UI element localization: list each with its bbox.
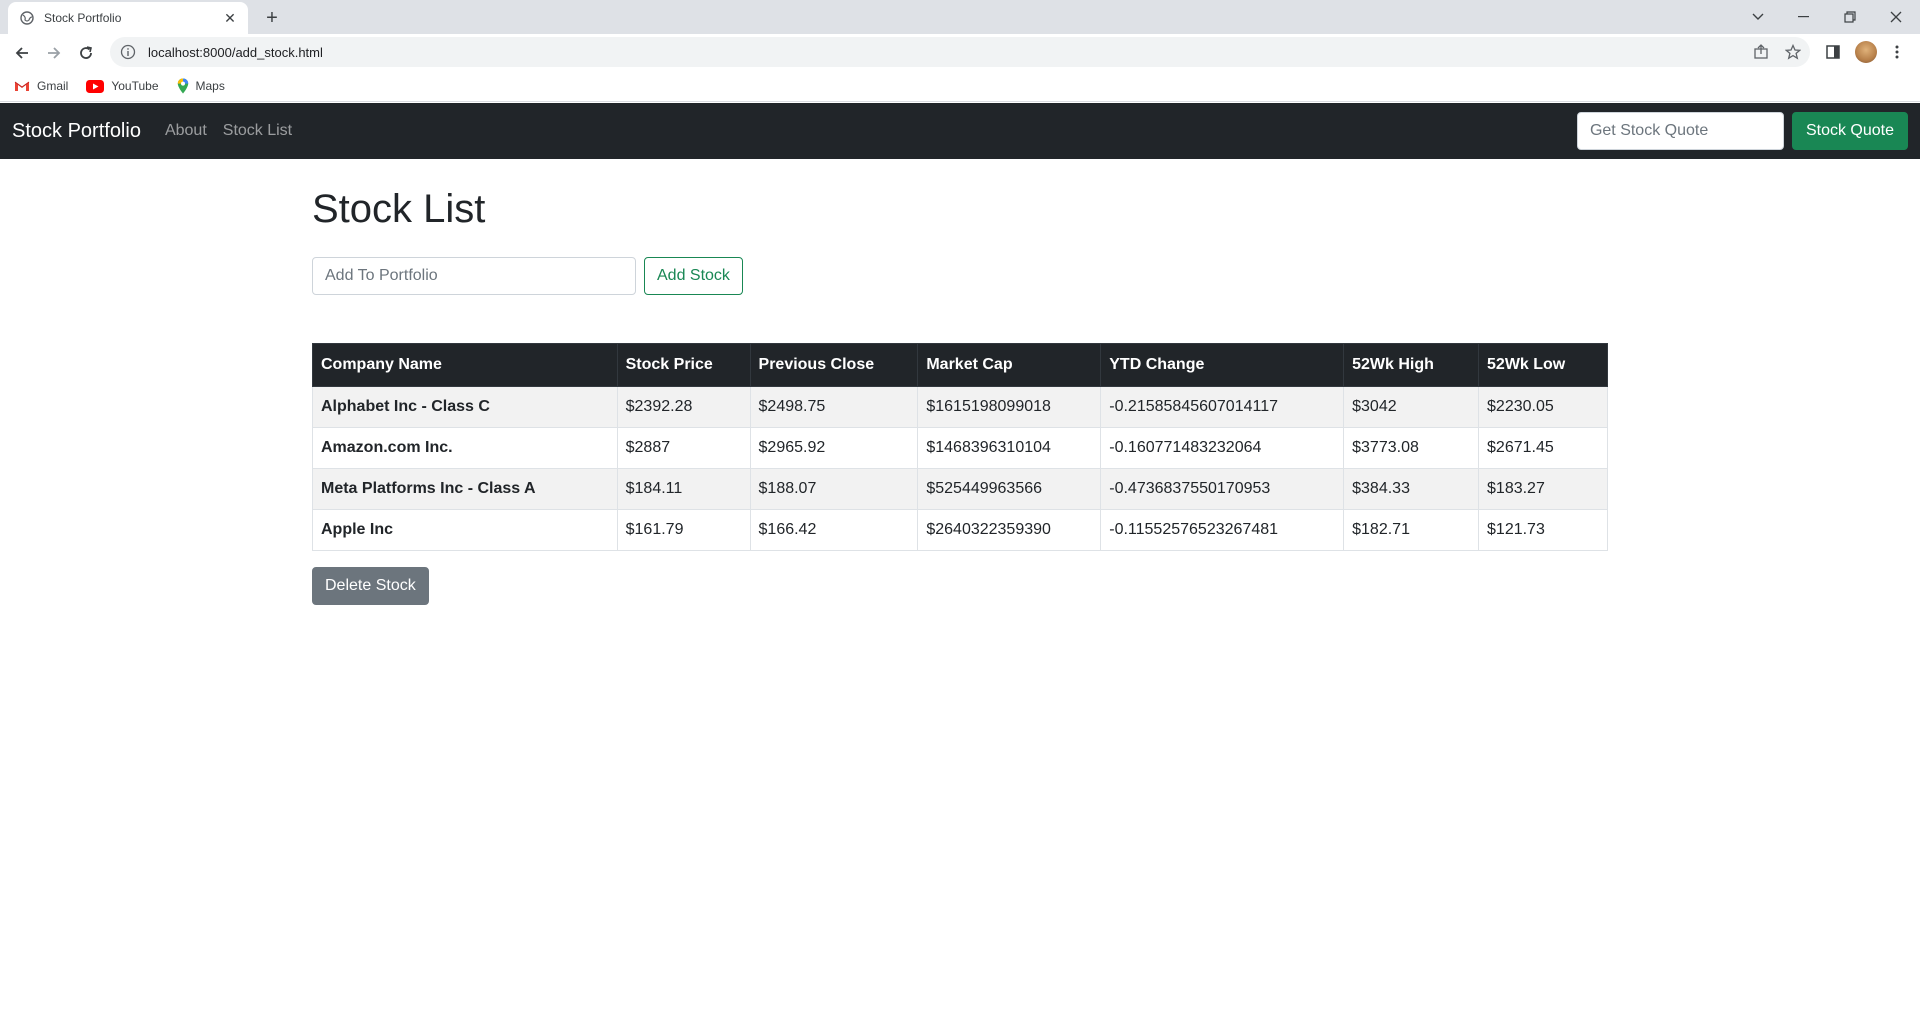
bookmark-label: Gmail [37,79,69,93]
52wk-low-cell: $183.27 [1478,468,1608,510]
table-row: Alphabet Inc - Class C $2392.28 $2498.75… [312,386,1608,428]
nav-link-about[interactable]: About [165,122,207,140]
main-content: Stock List Add Stock Company Name Stock … [312,159,1608,605]
add-stock-button[interactable]: Add Stock [644,257,743,295]
stock-price-cell: $2392.28 [616,386,751,428]
minimize-icon[interactable] [1784,0,1824,34]
profile-avatar[interactable] [1855,41,1877,63]
stock-table: Company Name Stock Price Previous Close … [312,343,1608,551]
table-row: Apple Inc $161.79 $166.42 $2640322359390… [312,509,1608,551]
nav-link-stock-list[interactable]: Stock List [223,122,292,140]
back-icon[interactable] [8,39,36,67]
tab-close-icon[interactable]: ✕ [222,10,238,27]
column-header: 52Wk Low [1478,343,1608,387]
menu-kebab-icon[interactable] [1884,39,1910,65]
browser-tabstrip: Stock Portfolio ✕ + [0,0,1920,34]
company-name-cell: Amazon.com Inc. [312,427,618,469]
company-name-cell: Alphabet Inc - Class C [312,386,618,428]
market-cap-cell: $525449963566 [917,468,1102,510]
bookmark-youtube[interactable]: YouTube [86,79,159,93]
bookmark-maps[interactable]: Maps [177,78,225,94]
52wk-high-cell: $3042 [1343,386,1480,428]
previous-close-cell: $188.07 [749,468,919,510]
previous-close-cell: $166.42 [749,509,919,551]
column-header: Company Name [312,343,618,387]
bookmarks-bar: Gmail YouTube Maps [0,71,1920,102]
ytd-change-cell: -0.21585845607014117 [1100,386,1345,428]
restore-icon[interactable] [1830,0,1870,34]
bookmark-label: Maps [195,79,225,93]
company-name-cell: Apple Inc [312,509,618,551]
tab-title: Stock Portfolio [44,11,122,25]
column-header: YTD Change [1100,343,1345,387]
site-info-icon[interactable] [120,44,136,60]
bookmark-label: YouTube [111,79,159,93]
browser-toolbar: localhost:8000/add_stock.html [0,34,1920,71]
browser-tab[interactable]: Stock Portfolio ✕ [8,2,248,34]
bookmark-gmail[interactable]: Gmail [14,79,68,93]
ytd-change-cell: -0.11552576523267481 [1100,509,1345,551]
page-title: Stock List [312,187,486,231]
stock-quote-form: Stock Quote [1576,112,1908,150]
ytd-change-cell: -0.4736837550170953 [1100,468,1345,510]
52wk-low-cell: $2230.05 [1478,386,1608,428]
table-header-row: Company Name Stock Price Previous Close … [312,343,1608,387]
side-panel-icon[interactable] [1820,39,1846,65]
share-icon[interactable] [1748,39,1774,65]
market-cap-cell: $1468396310104 [917,427,1102,469]
stock-quote-button[interactable]: Stock Quote [1791,112,1908,150]
52wk-low-cell: $121.73 [1478,509,1608,551]
new-tab-button[interactable]: + [258,4,286,32]
column-header: Market Cap [917,343,1102,387]
gmail-icon [14,80,30,92]
column-header: 52Wk High [1343,343,1480,387]
market-cap-cell: $2640322359390 [917,509,1102,551]
stock-quote-input[interactable] [1576,112,1784,150]
column-header: Previous Close [749,343,919,387]
add-to-portfolio-input[interactable] [312,257,636,295]
company-name-cell: Meta Platforms Inc - Class A [312,468,618,510]
52wk-low-cell: $2671.45 [1478,427,1608,469]
maps-icon [177,78,189,94]
add-stock-form: Add Stock [312,257,1608,295]
column-header: Stock Price [616,343,751,387]
app-navbar: Stock Portfolio About Stock List Stock Q… [0,103,1920,159]
table-row: Meta Platforms Inc - Class A $184.11 $18… [312,468,1608,510]
52wk-high-cell: $182.71 [1343,509,1480,551]
previous-close-cell: $2965.92 [749,427,919,469]
table-row: Amazon.com Inc. $2887 $2965.92 $14683963… [312,427,1608,469]
url-text: localhost:8000/add_stock.html [148,44,323,60]
previous-close-cell: $2498.75 [749,386,919,428]
52wk-high-cell: $384.33 [1343,468,1480,510]
navbar-brand[interactable]: Stock Portfolio [12,120,141,143]
52wk-high-cell: $3773.08 [1343,427,1480,469]
ytd-change-cell: -0.160771483232064 [1100,427,1345,469]
delete-stock-button[interactable]: Delete Stock [312,567,429,605]
youtube-icon [86,79,105,93]
stock-price-cell: $184.11 [616,468,751,510]
tab-search-icon[interactable] [1738,0,1778,34]
reload-icon[interactable] [72,39,100,67]
address-bar[interactable]: localhost:8000/add_stock.html [110,37,1810,67]
stock-price-cell: $161.79 [616,509,751,551]
bookmark-star-icon[interactable] [1780,39,1806,65]
stock-price-cell: $2887 [616,427,751,469]
close-window-icon[interactable] [1876,0,1916,34]
globe-icon [20,11,34,25]
forward-icon[interactable] [40,39,68,67]
market-cap-cell: $1615198099018 [917,386,1102,428]
